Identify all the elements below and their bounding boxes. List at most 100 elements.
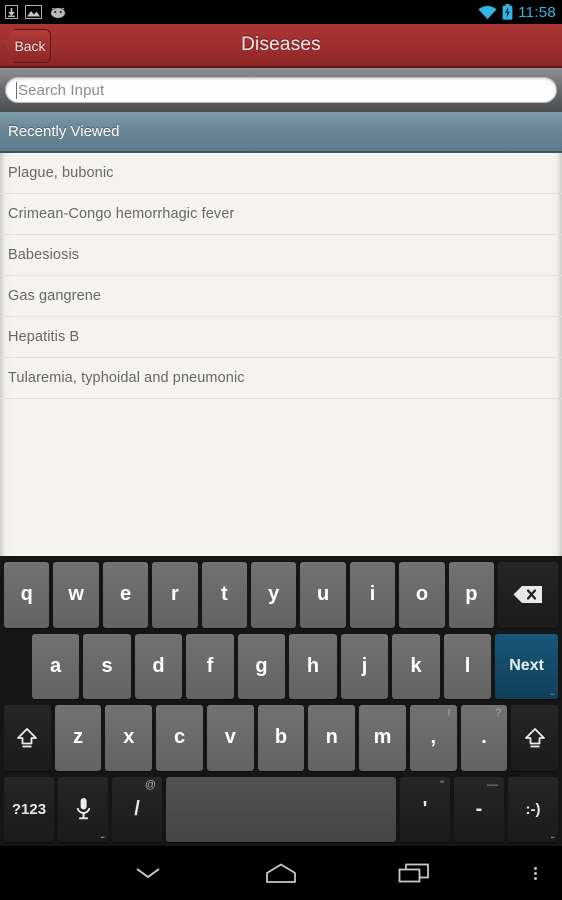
key-voice-input[interactable]: ... [58, 776, 108, 842]
keyboard-row-4: ?123 ... / @ ' " - —:-) ... [2, 775, 560, 845]
key-label: h [306, 654, 320, 677]
list-item[interactable]: Gas gangrene [0, 276, 562, 317]
key-emoji[interactable]: :-) ... [508, 776, 558, 842]
status-bar-system-icons: 11:58 [478, 4, 556, 21]
key-label: d [152, 654, 165, 677]
key-b[interactable]: b [257, 705, 305, 771]
key-label: w [68, 583, 84, 606]
key-i[interactable]: i [349, 562, 396, 628]
key-j[interactable]: j [340, 633, 389, 699]
search-input[interactable]: Search Input [5, 77, 557, 103]
key-space[interactable] [166, 776, 396, 842]
key-l[interactable]: l [443, 633, 492, 699]
overflow-menu-icon [533, 876, 537, 880]
list-item-label: Crimean-Congo hemorrhagic fever [8, 206, 235, 222]
key-w[interactable]: w [53, 562, 99, 628]
key-v[interactable]: v [206, 705, 254, 771]
disease-list: Recently Viewed Plague, bubonic Crimean-… [0, 112, 562, 556]
keyboard-row-1: q w e r t y u i o p [2, 560, 560, 630]
key-label: x [123, 726, 135, 749]
key-r[interactable]: r [152, 562, 198, 628]
key-label: u [317, 583, 330, 606]
key-slash[interactable]: / @ [112, 776, 162, 842]
key-c[interactable]: c [156, 705, 203, 771]
nav-home-button[interactable] [215, 846, 348, 900]
key-f[interactable]: f [186, 633, 234, 699]
section-header-recently-viewed: Recently Viewed [0, 112, 562, 153]
nav-spacer-left [0, 846, 82, 900]
navigation-bar [0, 846, 562, 900]
key-superscript: ? [495, 707, 502, 719]
key-label: k [410, 654, 422, 677]
key-label: , [430, 726, 437, 749]
key-label: p [465, 583, 478, 606]
wifi-icon [478, 5, 497, 19]
key-label: b [274, 726, 288, 749]
key-hint: ... [550, 831, 555, 840]
nav-recents-button[interactable] [347, 846, 480, 900]
key-e[interactable]: e [102, 562, 149, 628]
microphone-icon [76, 798, 90, 820]
key-label: l [464, 654, 471, 677]
key-backspace[interactable] [498, 562, 558, 628]
key-t[interactable]: t [201, 562, 248, 628]
key-s[interactable]: s [83, 633, 131, 699]
overflow-menu-icon [533, 866, 537, 870]
list-item[interactable]: Tularemia, typhoidal and pneumonic [0, 358, 562, 399]
key-period[interactable]: . ? [460, 705, 508, 771]
key-label: a [49, 654, 62, 677]
key-comma[interactable]: , ! [409, 705, 457, 771]
row2-left-spacer [4, 634, 28, 700]
key-symbols[interactable]: ?123 [4, 776, 54, 842]
key-apostrophe[interactable]: ' " [400, 776, 450, 842]
key-o[interactable]: o [399, 562, 445, 628]
key-label: o [415, 583, 429, 606]
key-d[interactable]: d [134, 633, 183, 699]
android-screen: 11:58 Back Diseases Search Input Recentl… [0, 0, 562, 900]
list-item[interactable]: Hepatitis B [0, 317, 562, 358]
key-m[interactable]: m [359, 705, 406, 771]
key-superscript: " [440, 778, 444, 791]
key-label: Next [509, 657, 544, 675]
back-button[interactable]: Back [3, 29, 51, 63]
key-shift-left[interactable] [4, 705, 51, 771]
key-p[interactable]: p [448, 562, 495, 628]
backspace-icon [513, 586, 543, 604]
key-label: z [73, 726, 84, 749]
list-item-label: Gas gangrene [8, 288, 102, 304]
list-item[interactable]: Babesiosis [0, 235, 562, 276]
key-label: e [119, 583, 132, 606]
key-label: q [20, 583, 33, 606]
key-a[interactable]: a [31, 633, 80, 699]
page-title: Diseases [241, 34, 321, 55]
key-label: ?123 [11, 800, 47, 818]
key-z[interactable]: z [54, 705, 102, 771]
key-k[interactable]: k [392, 633, 440, 699]
key-label: y [268, 583, 280, 606]
back-button-label: Back [14, 38, 46, 54]
key-x[interactable]: x [105, 705, 153, 771]
title-bar: Back Diseases [0, 24, 562, 68]
list-item[interactable]: Plague, bubonic [0, 153, 562, 194]
key-label: / [134, 797, 140, 820]
key-y[interactable]: y [251, 562, 297, 628]
key-u[interactable]: u [300, 562, 346, 628]
list-item[interactable]: Crimean-Congo hemorrhagic fever [0, 194, 562, 235]
shift-icon [524, 727, 545, 748]
key-q[interactable]: q [4, 562, 50, 628]
key-n[interactable]: n [308, 705, 356, 771]
key-hint: ... [100, 831, 105, 840]
key-label: ' [422, 797, 428, 820]
list-item-label: Plague, bubonic [8, 165, 114, 181]
search-input-placeholder: Search Input [18, 81, 105, 99]
key-superscript: @ [144, 778, 156, 791]
nav-overflow-menu-button[interactable] [518, 846, 552, 900]
status-bar-clock: 11:58 [518, 3, 556, 21]
key-h[interactable]: h [289, 633, 337, 699]
key-next-action[interactable]: Next ... [495, 633, 558, 699]
nav-hide-keyboard-button[interactable] [82, 846, 215, 900]
key-hyphen[interactable]: - — [454, 776, 504, 842]
key-label: v [224, 726, 236, 749]
key-g[interactable]: g [237, 633, 286, 699]
key-shift-right[interactable] [511, 705, 559, 771]
